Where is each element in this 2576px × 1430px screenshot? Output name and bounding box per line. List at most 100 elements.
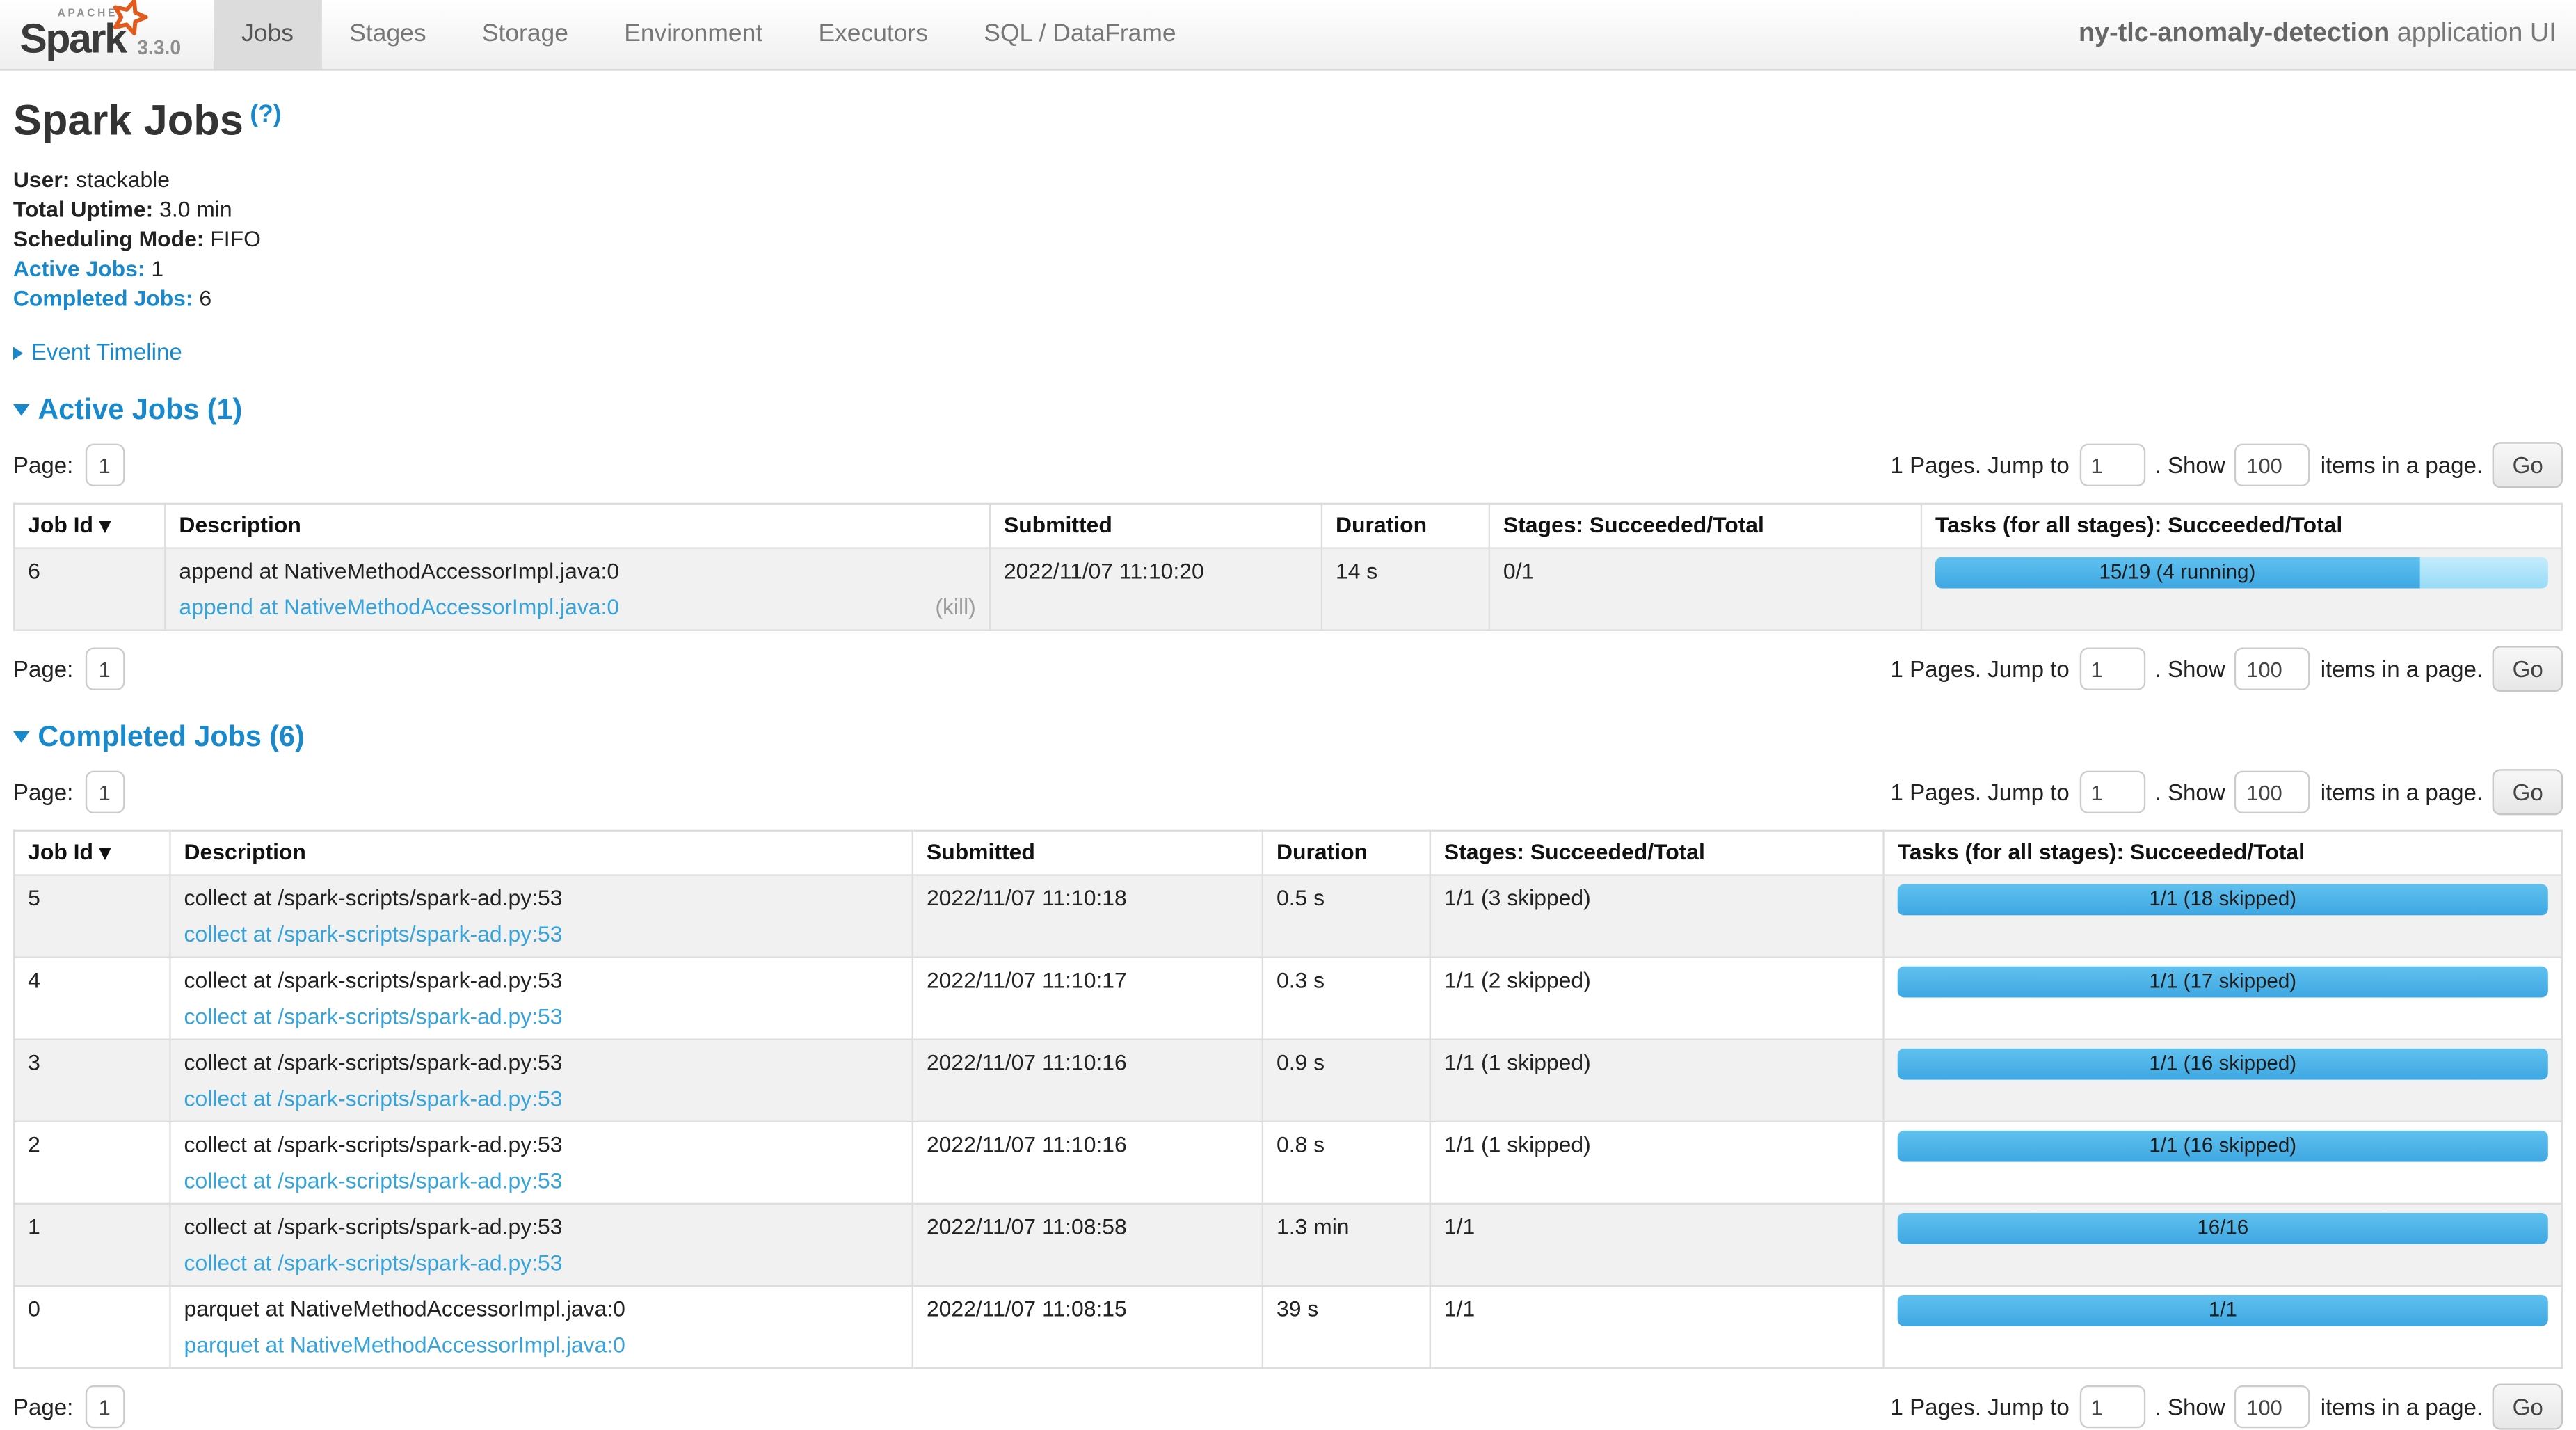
active-jobs-heading[interactable]: Active Jobs (1) <box>13 392 2563 427</box>
show-items-input[interactable] <box>2235 444 2311 486</box>
job-description: collect at /spark-scripts/spark-ad.py:53 <box>184 884 899 912</box>
job-description: collect at /spark-scripts/spark-ad.py:53 <box>184 1131 899 1159</box>
duration-cell: 0.8 s <box>1263 1122 1430 1204</box>
stages-cell: 1/1 (3 skipped) <box>1430 875 1884 958</box>
submitted-cell: 2022/11/07 11:10:16 <box>913 1040 1263 1122</box>
column-header[interactable]: Job Id ▾ <box>14 504 165 548</box>
job-id-cell: 2 <box>14 1122 170 1204</box>
page-input[interactable] <box>85 647 125 690</box>
tab-label: SQL / DataFrame <box>984 19 1176 47</box>
column-header[interactable]: Stages: Succeeded/Total <box>1430 831 1884 875</box>
job-description: parquet at NativeMethodAccessorImpl.java… <box>184 1295 899 1323</box>
table-header-row: Job Id ▾DescriptionSubmittedDurationStag… <box>14 831 2562 875</box>
triangle-down-icon <box>13 731 30 743</box>
tab-sql-dataframe[interactable]: SQL / DataFrame <box>956 0 1204 69</box>
column-header[interactable]: Description <box>170 831 912 875</box>
task-progress-label: 1/1 (17 skipped) <box>2149 969 2296 992</box>
pagination-right: 1 Pages. Jump to . Show items in a page.… <box>1891 442 2563 488</box>
job-description-link[interactable]: collect at /spark-scripts/spark-ad.py:53 <box>184 1003 563 1031</box>
show-items-input[interactable] <box>2235 1385 2311 1428</box>
pages-text: 1 Pages. Jump to <box>1891 452 2070 478</box>
pagination-bar: Page: 1 Pages. Jump to . Show items in a… <box>13 646 2563 692</box>
tasks-cell: 1/1 <box>1884 1286 2562 1368</box>
tab-environment[interactable]: Environment <box>596 0 790 69</box>
page-input[interactable] <box>85 1385 125 1428</box>
jump-to-input[interactable] <box>2079 1385 2145 1428</box>
items-text: items in a page. <box>2321 452 2483 478</box>
duration-cell: 0.9 s <box>1263 1040 1430 1122</box>
tab-storage[interactable]: Storage <box>454 0 596 69</box>
show-text: . Show <box>2155 452 2225 478</box>
help-link[interactable]: (?) <box>250 100 281 128</box>
column-header[interactable]: Tasks (for all stages): Succeeded/Total <box>1921 504 2562 548</box>
tab-stages[interactable]: Stages <box>321 0 454 69</box>
column-header[interactable]: Submitted <box>990 504 1322 548</box>
go-button[interactable]: Go <box>2493 442 2563 488</box>
page-input[interactable] <box>85 444 125 486</box>
summary-label[interactable]: Completed Jobs: <box>13 286 193 310</box>
description-cell: parquet at NativeMethodAccessorImpl.java… <box>170 1286 912 1368</box>
tasks-cell: 1/1 (16 skipped) <box>1884 1040 2562 1122</box>
column-header[interactable]: Job Id ▾ <box>14 831 170 875</box>
job-description-link[interactable]: collect at /spark-scripts/spark-ad.py:53 <box>184 1167 563 1195</box>
column-header[interactable]: Tasks (for all stages): Succeeded/Total <box>1884 831 2562 875</box>
pages-text: 1 Pages. Jump to <box>1891 656 2070 682</box>
job-description-link[interactable]: collect at /spark-scripts/spark-ad.py:53 <box>184 1085 563 1113</box>
summary-item: Active Jobs: 1 <box>13 255 2563 285</box>
column-header[interactable]: Duration <box>1263 831 1430 875</box>
submitted-cell: 2022/11/07 11:10:17 <box>913 958 1263 1040</box>
duration-cell: 39 s <box>1263 1286 1430 1368</box>
tasks-cell: 1/1 (18 skipped) <box>1884 875 2562 958</box>
job-description: collect at /spark-scripts/spark-ad.py:53 <box>184 967 899 994</box>
items-text: items in a page. <box>2321 1394 2483 1420</box>
tab-jobs[interactable]: Jobs <box>214 0 321 69</box>
job-description-link[interactable]: append at NativeMethodAccessorImpl.java:… <box>179 594 619 621</box>
items-text: items in a page. <box>2321 779 2483 805</box>
task-progress-label: 1/1 <box>2209 1298 2237 1321</box>
column-header[interactable]: Description <box>165 504 990 548</box>
jump-to-input[interactable] <box>2079 444 2145 486</box>
stages-cell: 0/1 <box>1489 548 1921 630</box>
job-description-link[interactable]: collect at /spark-scripts/spark-ad.py:53 <box>184 1249 563 1277</box>
tab-label: Stages <box>349 19 426 47</box>
summary-value: 1 <box>151 256 163 280</box>
job-description-link[interactable]: collect at /spark-scripts/spark-ad.py:53 <box>184 921 563 948</box>
go-button[interactable]: Go <box>2493 1383 2563 1429</box>
job-description-link[interactable]: parquet at NativeMethodAccessorImpl.java… <box>184 1331 625 1359</box>
jump-to-input[interactable] <box>2079 647 2145 690</box>
jump-to-input[interactable] <box>2079 771 2145 813</box>
kill-link[interactable]: (kill) <box>935 594 975 621</box>
show-items-input[interactable] <box>2235 647 2311 690</box>
show-items-input[interactable] <box>2235 771 2311 813</box>
table-header-row: Job Id ▾DescriptionSubmittedDurationStag… <box>14 504 2562 548</box>
duration-cell: 0.5 s <box>1263 875 1430 958</box>
show-text: . Show <box>2155 1394 2225 1420</box>
column-header[interactable]: Stages: Succeeded/Total <box>1489 504 1921 548</box>
task-progress-label: 15/19 (4 running) <box>2099 560 2255 583</box>
pagination-right: 1 Pages. Jump to . Show items in a page.… <box>1891 1383 2563 1429</box>
tab-label: Executors <box>818 19 928 47</box>
description-cell: collect at /spark-scripts/spark-ad.py:53… <box>170 958 912 1040</box>
column-header[interactable]: Duration <box>1322 504 1489 548</box>
page-label: Page: <box>13 1394 73 1420</box>
summary-label[interactable]: Active Jobs: <box>13 256 145 280</box>
submitted-cell: 2022/11/07 11:10:18 <box>913 875 1263 958</box>
go-button[interactable]: Go <box>2493 646 2563 692</box>
go-button[interactable]: Go <box>2493 769 2563 815</box>
tab-executors[interactable]: Executors <box>790 0 956 69</box>
pagination-bar: Page: 1 Pages. Jump to . Show items in a… <box>13 769 2563 815</box>
summary-item: User: stackable <box>13 166 2563 196</box>
tasks-cell: 1/1 (16 skipped) <box>1884 1122 2562 1204</box>
summary-value: 3.0 min <box>159 197 232 221</box>
tasks-cell: 15/19 (4 running) <box>1921 548 2562 630</box>
submitted-cell: 2022/11/07 11:10:16 <box>913 1122 1263 1204</box>
page-label: Page: <box>13 779 73 805</box>
job-id-cell: 0 <box>14 1286 170 1368</box>
app-title-suffix: application UI <box>2390 19 2556 47</box>
page-input[interactable] <box>85 771 125 813</box>
task-progress-bar: 1/1 (18 skipped) <box>1898 884 2548 916</box>
completed-jobs-heading[interactable]: Completed Jobs (6) <box>13 720 2563 754</box>
column-header[interactable]: Submitted <box>913 831 1263 875</box>
event-timeline-toggle[interactable]: Event Timeline <box>13 338 2563 365</box>
duration-cell: 0.3 s <box>1263 958 1430 1040</box>
